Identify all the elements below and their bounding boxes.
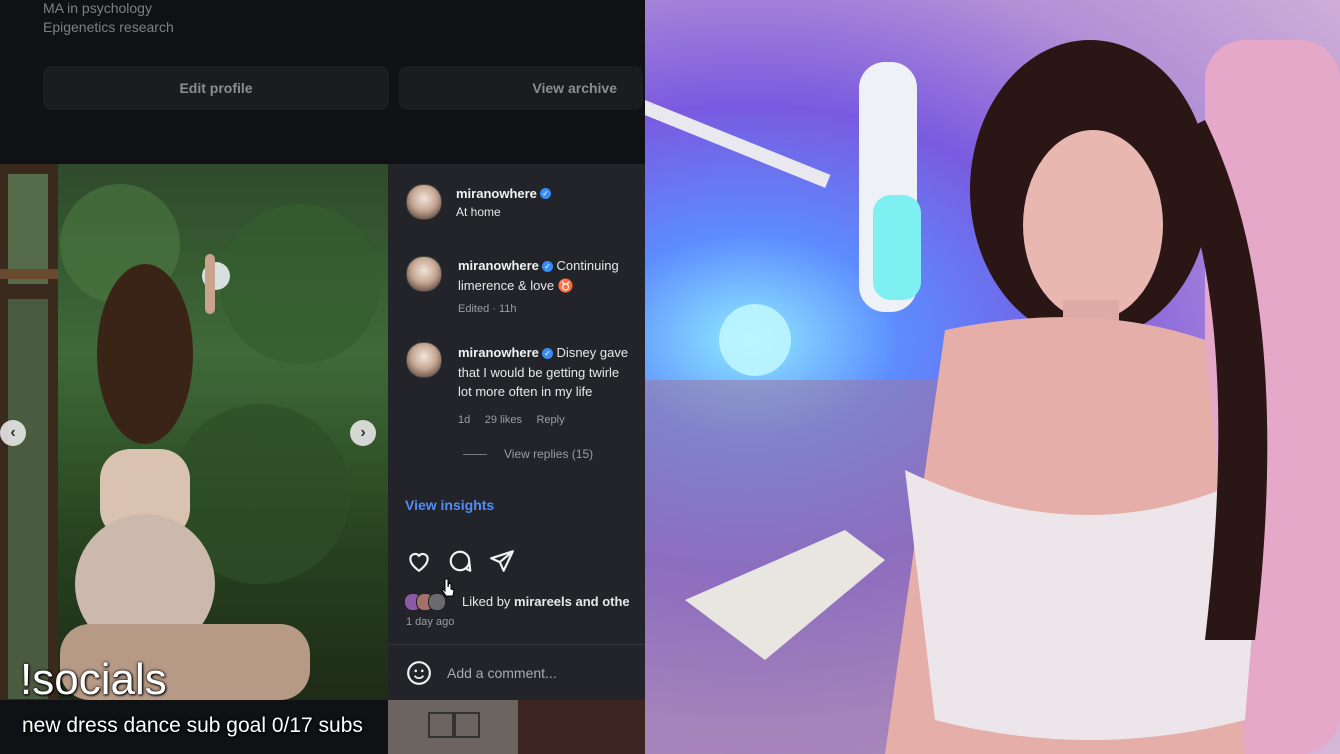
post-photo: ‹ ›: [0, 164, 388, 700]
webcam-feed: [645, 0, 1340, 754]
comment-username[interactable]: miranowhere: [458, 258, 539, 273]
comment-time: Edited · 11h: [458, 303, 517, 315]
webcam-illustration: [645, 40, 1340, 754]
post-detail-panel: miranowhere ✓ At home miranowhere ✓ Contin…: [388, 164, 645, 700]
previous-photo-button[interactable]: ‹: [0, 420, 26, 446]
avatar[interactable]: [406, 342, 442, 378]
post-time: 1 day ago: [406, 616, 455, 628]
edit-profile-button[interactable]: Edit profile: [43, 66, 389, 110]
post-location[interactable]: At home: [456, 205, 501, 219]
comment-icon[interactable]: [447, 548, 473, 574]
view-replies-link[interactable]: View replies (15): [504, 447, 593, 461]
comment-text: Disney gave: [556, 345, 629, 360]
avatar[interactable]: [406, 184, 442, 220]
liked-by-others[interactable]: and othe: [576, 594, 630, 609]
comment-text: limerence & love ♉: [458, 278, 574, 293]
comment: miranowhere ✓ Disney gave: [458, 345, 628, 360]
divider: [463, 454, 487, 455]
cursor-icon: [441, 578, 455, 597]
view-archive-button[interactable]: View archive: [399, 66, 643, 110]
next-photo-button[interactable]: ›: [350, 420, 376, 446]
grid-thumbnails: [388, 700, 645, 754]
emoji-icon[interactable]: [406, 660, 432, 686]
heart-icon[interactable]: [406, 548, 432, 574]
reply-button[interactable]: Reply: [536, 414, 564, 426]
instagram-view: MA in psychology Epigenetics research Ed…: [0, 0, 645, 754]
comment-username[interactable]: miranowhere: [458, 345, 539, 360]
liked-by-user[interactable]: mirareels: [514, 594, 572, 609]
bio-line: Epigenetics research: [43, 19, 174, 35]
comment-text: that I would be getting twirle: [458, 365, 620, 380]
avatar[interactable]: [406, 256, 442, 292]
verified-badge-icon: ✓: [539, 188, 551, 200]
comment-time: 1d: [458, 414, 471, 426]
verified-badge-icon: ✓: [541, 261, 553, 273]
post-username[interactable]: miranowhere: [456, 186, 537, 201]
comment-input[interactable]: Add a comment...: [447, 665, 557, 681]
view-insights-link[interactable]: View insights: [405, 497, 494, 513]
comment-likes[interactable]: 29 likes: [485, 414, 522, 426]
liked-by-prefix: Liked by: [462, 594, 511, 609]
bio-line: MA in psychology: [43, 0, 152, 16]
comment-meta: 1d 29 likes Reply: [458, 410, 565, 428]
photo-illustration: [0, 164, 380, 700]
liked-by-text: Liked by mirareels and othe: [462, 594, 630, 609]
socials-command-text: !socials: [20, 655, 167, 704]
send-icon[interactable]: [489, 548, 515, 574]
sub-goal-text: new dress dance sub goal 0/17 subs: [22, 714, 363, 737]
comment-text: Continuing: [556, 258, 619, 273]
comment-text: lot more often in my life: [458, 384, 593, 399]
divider: [388, 644, 645, 645]
verified-badge-icon: ✓: [541, 348, 553, 360]
comment: miranowhere ✓ Continuing: [458, 258, 619, 273]
